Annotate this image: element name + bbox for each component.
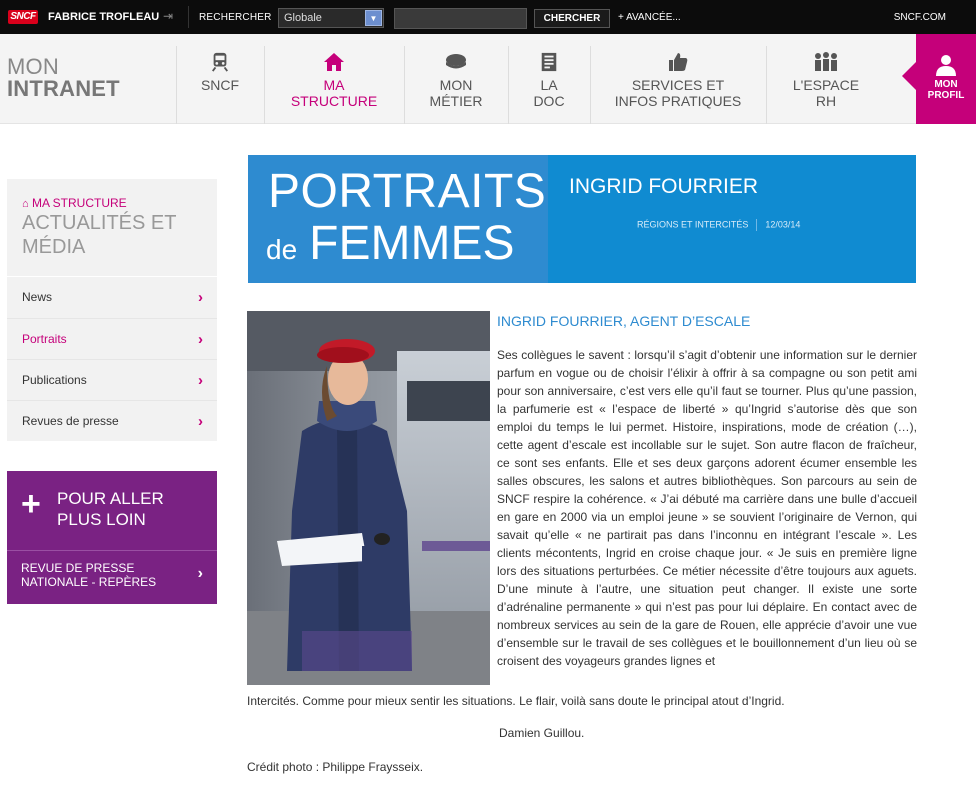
article-body-end: Intercités. Comme pour mieux sentir les … [247,694,785,708]
nav-label: MON [439,77,473,93]
nav-item-la-doc[interactable]: LA DOC [508,46,590,124]
section-title-box: ⌂ MA STRUCTURE ACTUALITÉS ET MÉDIA [7,179,217,276]
sncf-logo[interactable]: SNCF [8,10,38,24]
nav-item-sncf[interactable]: SNCF [176,46,264,124]
nav-label: INFOS PRATIQUES [614,93,742,109]
advanced-search-link[interactable]: + AVANCÉE... [618,12,681,23]
section-heading-line: MÉDIA [22,236,86,258]
home-icon [324,53,344,71]
photo-credit: Crédit photo : Philippe Fraysseix. [247,760,424,774]
sidebar-menu: News › Portraits › Publications › Revues… [7,277,217,441]
divider [7,550,217,551]
brand-line2: INTRANET [7,76,120,101]
banner-title-small: de [266,234,298,265]
article-header: INGRID FOURRIER RÉGIONS ET INTERCITÉS 12/… [548,155,916,283]
promo-box: + POUR ALLER PLUS LOIN REVUE DE PRESSE N… [7,471,217,604]
article-meta: RÉGIONS ET INTERCITÉS 12/03/14 [637,219,800,231]
site-brand[interactable]: MON INTRANET [7,56,120,100]
banner-title-line1: PORTRAITS [268,165,547,218]
home-icon: ⌂ [22,198,29,210]
nav-item-ma-structure[interactable]: MA STRUCTURE [264,46,404,124]
chevron-right-icon: › [198,372,203,389]
promo-link-line: REVUE DE PRESSE [21,561,135,575]
document-icon [541,52,557,72]
portrait-photo [247,311,490,685]
search-label: RECHERCHER [199,12,272,23]
nav-item-services[interactable]: SERVICES ET INFOS PRATIQUES [590,46,766,124]
people-icon [815,52,837,71]
profile-button[interactable]: MON PROFIL [902,34,976,124]
sidebar-item-label: Revues de presse [22,414,119,428]
promo-link-line: NATIONALE - REPÈRES [21,575,157,589]
nav-label: DOC [533,93,565,109]
breadcrumb[interactable]: ⌂ MA STRUCTURE [22,196,202,210]
nav-label: RH [815,93,837,109]
search-scope-value: Globale [284,12,322,24]
banner-title-line2: de FEMMES [266,217,515,277]
nav-label: SNCF [200,77,240,93]
sidebar-item-label: News [22,290,53,304]
chevron-down-icon[interactable]: ▼ [365,10,382,26]
section-heading-line: ACTUALITÉS ET [22,212,177,234]
article-date: 12/03/14 [765,219,801,230]
sidebar-item-news[interactable]: News › [7,277,217,318]
promo-title-line: PLUS LOIN [57,510,146,529]
nav-label: MA [323,77,345,93]
article-signature: Damien Guillou. [499,726,585,740]
section-heading: ACTUALITÉS ET MÉDIA [22,211,202,259]
promo-link[interactable]: REVUE DE PRESSE NATIONALE - REPÈRES [21,561,156,589]
article-body: Ses collègues le savent : lorsqu’il s’ag… [497,348,917,668]
sidebar-item-label: Publications [22,373,87,387]
search-button[interactable]: CHERCHER [534,9,610,28]
user-icon [936,55,956,76]
chevron-right-icon: › [198,413,203,430]
chevron-right-icon: › [198,289,203,306]
chevron-right-icon[interactable]: › [198,565,203,583]
nav-label: SERVICES ET [631,77,725,93]
train-icon [212,52,228,72]
thumbs-up-icon [669,53,688,71]
nav-label: STRUCTURE [290,93,378,109]
nav-item-espace-rh[interactable]: L'ESPACE RH [766,46,886,124]
nav-item-mon-metier[interactable]: MON MÉTIER [404,46,508,124]
sncf-com-link[interactable]: SNCF.COM [894,12,946,23]
top-bar: SNCF FABRICE TROFLEAU ⇥ RECHERCHER Globa… [0,0,976,34]
divider [756,219,758,231]
main-header: MON INTRANET SNCF MA STRUCTURE MON MÉTIE… [0,34,976,124]
plus-icon: + [21,485,41,523]
cap-icon [446,54,466,69]
nav-label: MÉTIER [429,93,483,109]
promo-title-line: POUR ALLER [57,489,164,508]
logout-icon[interactable]: ⇥ [163,9,177,23]
divider [188,6,189,28]
article-title: INGRID FOURRIER, AGENT D’ESCALE [497,313,751,329]
search-scope-select[interactable]: Globale ▼ [278,8,384,28]
breadcrumb-label: MA STRUCTURE [32,196,127,210]
sidebar-item-revues[interactable]: Revues de presse › [7,400,217,441]
sidebar-item-publications[interactable]: Publications › [7,359,217,400]
article-category[interactable]: RÉGIONS ET INTERCITÉS [637,219,748,229]
profile-label: MON [934,79,958,90]
sidebar-item-label: Portraits [22,332,67,346]
profile-label: PROFIL [927,90,965,101]
user-name[interactable]: FABRICE TROFLEAU [48,11,159,23]
chevron-right-icon: › [198,331,203,348]
brand-line1: MON [7,54,59,79]
profile-tab-arrow [902,62,916,90]
search-input[interactable] [394,8,527,29]
article-heading: INGRID FOURRIER [569,175,758,198]
sidebar-item-portraits[interactable]: Portraits › [7,318,217,359]
portraits-banner: PORTRAITS de FEMMES [248,155,548,283]
banner-title-big: FEMMES [309,217,515,270]
nav-label: LA [540,77,558,93]
nav-label: L'ESPACE [792,77,860,93]
promo-title: POUR ALLER PLUS LOIN [57,488,164,530]
